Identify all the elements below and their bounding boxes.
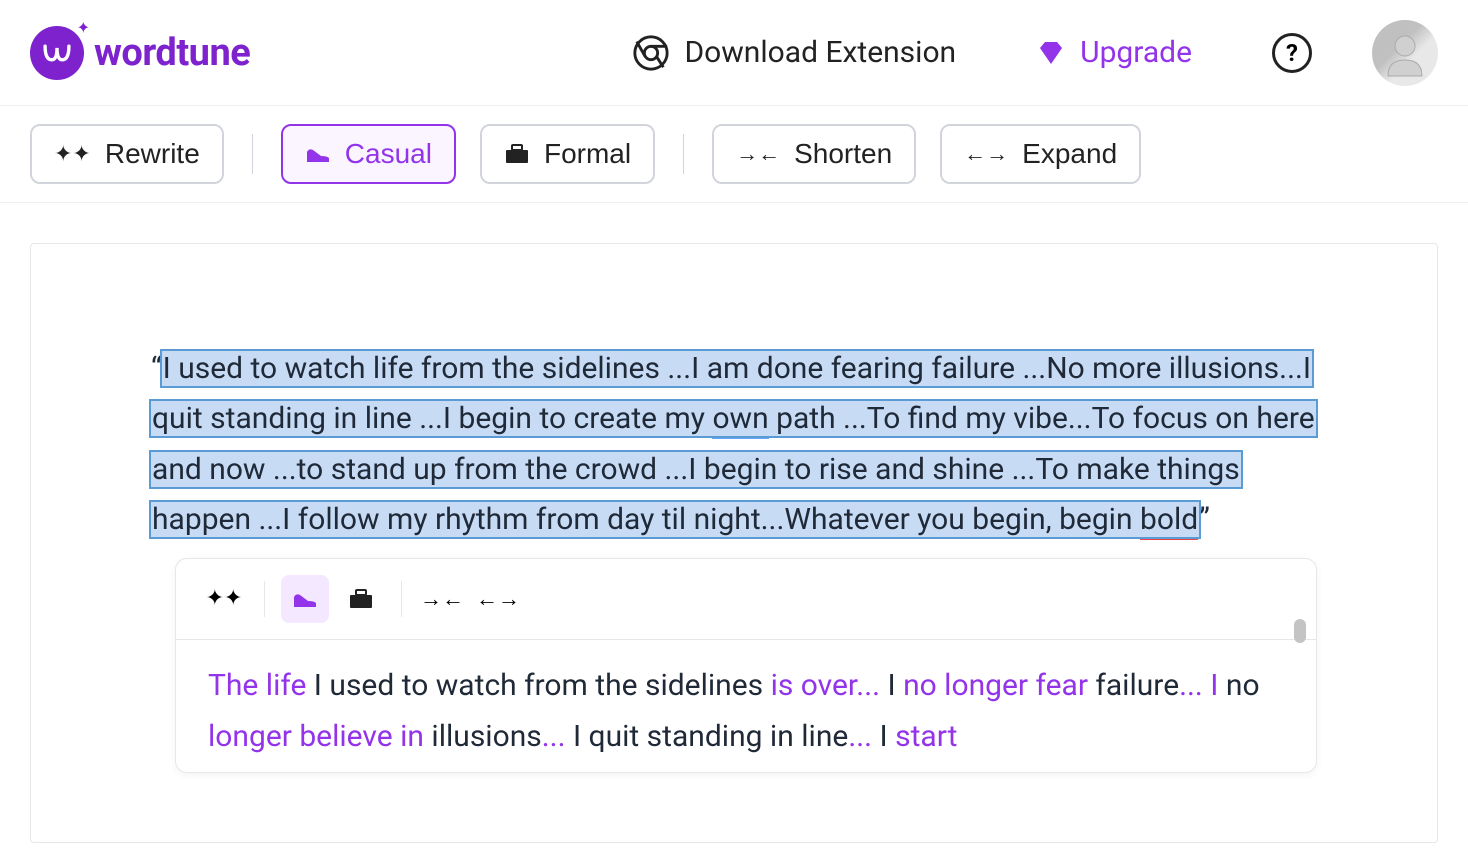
open-quote: “ — [151, 351, 162, 386]
briefcase-icon — [348, 588, 374, 610]
shorten-icon: →← — [420, 586, 464, 612]
shorten-button[interactable]: →← Shorten — [712, 124, 916, 184]
avatar[interactable] — [1372, 20, 1438, 86]
casual-icon-button[interactable] — [281, 575, 329, 623]
logo-badge-icon: ✦ — [30, 26, 84, 80]
rewrite-label: Rewrite — [105, 138, 200, 170]
expand-icon-button[interactable]: ←→ — [474, 575, 522, 623]
sparkle-icon: ✦✦ — [206, 586, 243, 611]
expand-icon: ←→ — [964, 141, 1008, 167]
diamond-icon — [1036, 38, 1066, 68]
suggestion-text[interactable]: The life I used to watch from the sideli… — [176, 640, 1316, 772]
divider — [252, 134, 253, 174]
expand-icon: ←→ — [476, 586, 520, 612]
shoe-icon — [305, 144, 331, 164]
divider — [401, 581, 402, 617]
brand-name: wordtune — [94, 31, 250, 75]
expand-button[interactable]: ←→ Expand — [940, 124, 1141, 184]
download-label: Download Extension — [684, 35, 956, 70]
editor-text[interactable]: “I used to watch life from the sidelines… — [151, 344, 1317, 546]
canvas-wrap: “I used to watch life from the sidelines… — [0, 203, 1468, 843]
editor-canvas: “I used to watch life from the sidelines… — [30, 243, 1438, 843]
casual-label: Casual — [345, 138, 432, 170]
spell-bold: bold — [1140, 502, 1198, 540]
logo[interactable]: ✦ wordtune — [30, 26, 250, 80]
shorten-icon: →← — [736, 141, 780, 167]
formal-icon-button[interactable] — [337, 575, 385, 623]
rewrite-icon-button[interactable]: ✦✦ — [200, 575, 248, 623]
shorten-label: Shorten — [794, 138, 892, 170]
upgrade-link[interactable]: Upgrade — [1036, 35, 1192, 70]
download-extension-link[interactable]: Download Extension — [632, 34, 956, 72]
shoe-icon — [292, 589, 318, 609]
rewrite-toolbar: ✦✦ Rewrite Casual Formal →← Shorten ←→ E… — [0, 106, 1468, 203]
briefcase-icon — [504, 143, 530, 165]
selected-text: I used to watch life from the sidelines … — [151, 351, 1316, 537]
shorten-icon-button[interactable]: →← — [418, 575, 466, 623]
formal-button[interactable]: Formal — [480, 124, 655, 184]
formal-label: Formal — [544, 138, 631, 170]
suggestion-panel: ✦✦ →← ←→ The life I used to watch from t… — [175, 558, 1317, 773]
header-actions: Download Extension Upgrade ? — [632, 20, 1438, 86]
divider — [683, 134, 684, 174]
spell-own: own — [712, 401, 768, 439]
upgrade-label: Upgrade — [1080, 35, 1192, 70]
avatar-icon — [1380, 28, 1430, 78]
sparkle-icon: ✦ — [77, 18, 90, 37]
expand-label: Expand — [1022, 138, 1117, 170]
scrollbar-thumb[interactable] — [1294, 619, 1306, 643]
rewrite-button[interactable]: ✦✦ Rewrite — [30, 124, 224, 184]
chrome-icon — [632, 34, 670, 72]
divider — [264, 581, 265, 617]
casual-button[interactable]: Casual — [281, 124, 456, 184]
close-quote: ” — [1199, 502, 1210, 537]
help-button[interactable]: ? — [1272, 33, 1312, 73]
help-icon: ? — [1286, 39, 1298, 67]
suggestion-toolbar: ✦✦ →← ←→ — [176, 559, 1316, 640]
app-header: ✦ wordtune Download Extension Upgrade ? — [0, 0, 1468, 106]
sparkle-icon: ✦✦ — [54, 141, 91, 167]
